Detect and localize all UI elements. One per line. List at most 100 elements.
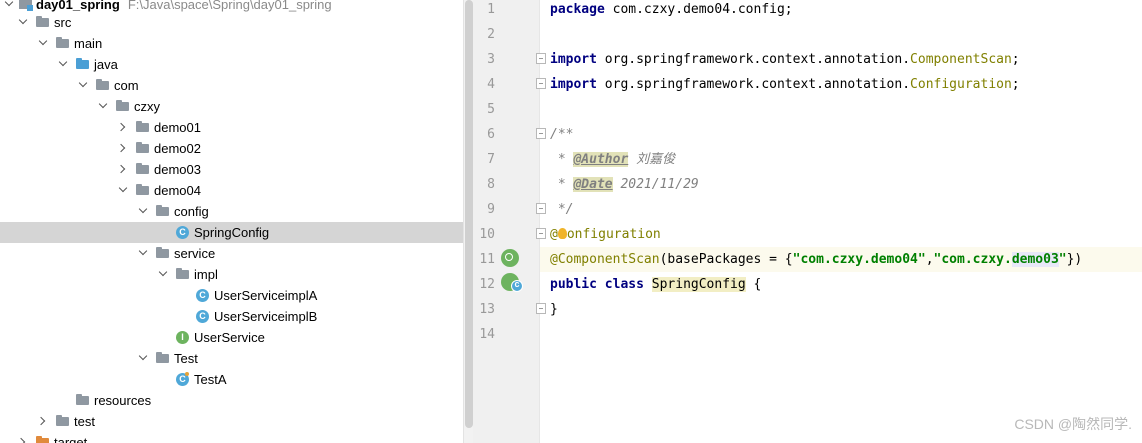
chevron-down-icon[interactable] — [138, 243, 150, 264]
resources-folder-icon — [75, 393, 91, 408]
chevron-down-icon[interactable] — [118, 180, 130, 201]
chevron-right-icon[interactable] — [118, 159, 130, 180]
chevron-down-icon[interactable] — [98, 96, 110, 117]
folder-icon — [55, 414, 71, 429]
tree-row-test-folder[interactable]: test — [0, 411, 463, 432]
line-number: 8 — [487, 177, 495, 192]
editor-gutter[interactable]: 1 2 3 4 5 6 7 8 9 10 11 12 13 14 — [473, 0, 546, 443]
tree-label: demo02 — [154, 141, 201, 156]
code-line-8: * @Date 2021/11/29 — [550, 177, 699, 192]
package-icon — [175, 267, 191, 282]
class-icon — [175, 225, 191, 240]
tree-row-demo04[interactable]: demo04 — [0, 180, 463, 201]
tree-row-src[interactable]: src — [0, 12, 463, 33]
chevron-right-icon[interactable] — [118, 117, 130, 138]
line-number: 1 — [487, 2, 495, 17]
tree-scrollbar[interactable] — [463, 0, 473, 443]
code-line-10: @ onfiguration — [550, 227, 661, 242]
tree-label: TestA — [194, 372, 227, 387]
code-line-6: /** — [550, 127, 574, 142]
tree-row-com[interactable]: com — [0, 75, 463, 96]
line-number: 6 — [487, 127, 495, 142]
chevron-down-icon[interactable] — [78, 75, 90, 96]
package-icon — [135, 183, 151, 198]
class-icon — [195, 309, 211, 324]
project-tree: day01_spring F:\Java\space\Spring\day01_s… — [0, 0, 463, 443]
package-icon — [155, 246, 171, 261]
tree-row-demo03[interactable]: demo03 — [0, 159, 463, 180]
tree-row-java[interactable]: java — [0, 54, 463, 75]
code-line-4: import org.springframework.context.annot… — [550, 77, 1020, 92]
tree-label: resources — [94, 393, 152, 408]
tree-row-config[interactable]: config — [0, 201, 463, 222]
line-number: 11 — [479, 252, 495, 267]
tree-row-demo01[interactable]: demo01 — [0, 117, 463, 138]
spring-search-gutter-icon[interactable] — [501, 249, 519, 267]
tree-row-impl[interactable]: impl — [0, 264, 463, 285]
line-number: 3 — [487, 52, 495, 67]
chevron-down-icon[interactable] — [138, 348, 150, 369]
tree-label: UserServiceimplA — [214, 288, 318, 303]
package-icon — [135, 120, 151, 135]
tree-row-test-package[interactable]: Test — [0, 348, 463, 369]
chevron-down-icon[interactable] — [18, 12, 30, 33]
tree-row-target[interactable]: target — [0, 432, 463, 443]
code-line-13: } — [550, 302, 558, 317]
package-icon — [155, 351, 171, 366]
tree-label: UserServiceimplB — [214, 309, 318, 324]
test-class-icon — [175, 372, 191, 387]
tree-row-main[interactable]: main — [0, 33, 463, 54]
chevron-right-icon[interactable] — [18, 432, 30, 443]
package-icon — [95, 78, 111, 93]
code-editor[interactable]: 1 2 3 4 5 6 7 8 9 10 11 12 13 14 package… — [473, 0, 1142, 443]
tree-label: UserService — [194, 330, 265, 345]
code-line-7: * @Author 刘嘉俊 — [550, 152, 676, 167]
line-number: 14 — [479, 327, 495, 342]
tree-label: demo01 — [154, 120, 201, 135]
tree-row-czxy[interactable]: czxy — [0, 96, 463, 117]
line-number: 4 — [487, 77, 495, 92]
module-icon — [18, 0, 34, 12]
tree-label: src — [54, 15, 72, 30]
excluded-folder-icon — [35, 435, 51, 443]
module-path: F:\Java\space\Spring\day01_spring — [127, 0, 332, 12]
line-number: 7 — [487, 152, 495, 167]
interface-icon — [175, 330, 191, 345]
tree-row-testa[interactable]: TestA — [0, 369, 463, 390]
folder-icon — [35, 15, 51, 30]
code-line-11: @ComponentScan(basePackages = {"com.czxy… — [540, 247, 1142, 272]
line-number: 13 — [479, 302, 495, 317]
tree-scrollbar-thumb[interactable] — [465, 0, 473, 428]
tree-row-resources[interactable]: resources — [0, 390, 463, 411]
code-line-1: package com.czxy.demo04.config; — [550, 2, 793, 17]
tree-row-service[interactable]: service — [0, 243, 463, 264]
code-line-9: */ — [550, 202, 574, 217]
tree-row-userserviceimplb[interactable]: UserServiceimplB — [0, 306, 463, 327]
chevron-right-icon[interactable] — [38, 411, 50, 432]
tree-label: config — [174, 204, 209, 219]
tree-label: impl — [194, 267, 218, 282]
chevron-down-icon[interactable] — [158, 264, 170, 285]
chevron-down-icon[interactable] — [58, 54, 70, 75]
package-icon — [135, 141, 151, 156]
folder-icon — [55, 36, 71, 51]
tree-label: czxy — [134, 99, 160, 114]
code-area[interactable]: package com.czxy.demo04.config; import o… — [540, 0, 1142, 443]
code-line-3: import org.springframework.context.annot… — [550, 52, 1020, 67]
tree-row-springconfig[interactable]: SpringConfig — [0, 222, 463, 243]
tree-label: target — [54, 435, 88, 443]
tree-row-userservice[interactable]: UserService — [0, 327, 463, 348]
tree-label: demo03 — [154, 162, 201, 177]
chevron-right-icon[interactable] — [118, 138, 130, 159]
line-number: 10 — [479, 227, 495, 242]
chevron-down-icon[interactable] — [38, 33, 50, 54]
class-icon — [195, 288, 211, 303]
tree-label: service — [174, 246, 216, 261]
tree-row-demo02[interactable]: demo02 — [0, 138, 463, 159]
line-number: 2 — [487, 27, 495, 42]
tree-label: SpringConfig — [194, 225, 270, 240]
lightbulb-icon[interactable] — [557, 228, 567, 239]
source-folder-icon — [75, 57, 91, 72]
tree-row-userserviceimpla[interactable]: UserServiceimplA — [0, 285, 463, 306]
chevron-down-icon[interactable] — [138, 201, 150, 222]
